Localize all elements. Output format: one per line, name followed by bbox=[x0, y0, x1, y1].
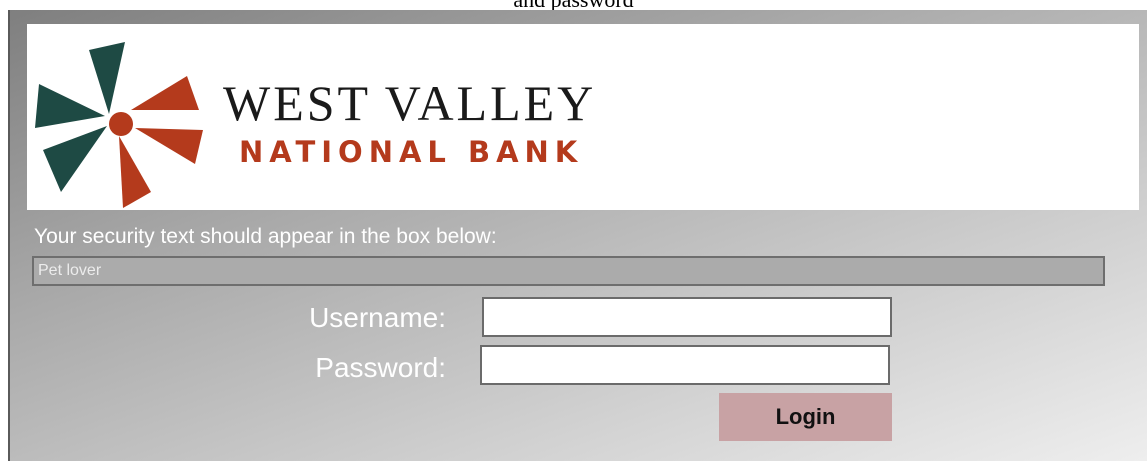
username-label: Username: bbox=[309, 302, 446, 333]
password-input[interactable] bbox=[480, 345, 890, 385]
pinwheel-sun-icon bbox=[35, 42, 203, 208]
login-button[interactable]: Login bbox=[719, 393, 892, 441]
username-input[interactable] bbox=[482, 297, 892, 337]
login-panel: WEST VALLEY NATIONAL BANK Your security … bbox=[8, 10, 1147, 461]
bank-logo-banner: WEST VALLEY NATIONAL BANK bbox=[27, 24, 1139, 210]
bank-name: WEST VALLEY bbox=[223, 75, 597, 131]
security-text-prompt: Your security text should appear in the … bbox=[34, 225, 497, 248]
security-phrase: Pet lover bbox=[38, 262, 102, 279]
password-label: Password: bbox=[315, 352, 446, 383]
security-text-box: Pet lover bbox=[32, 256, 1105, 286]
bank-subtitle: NATIONAL BANK bbox=[239, 135, 584, 169]
